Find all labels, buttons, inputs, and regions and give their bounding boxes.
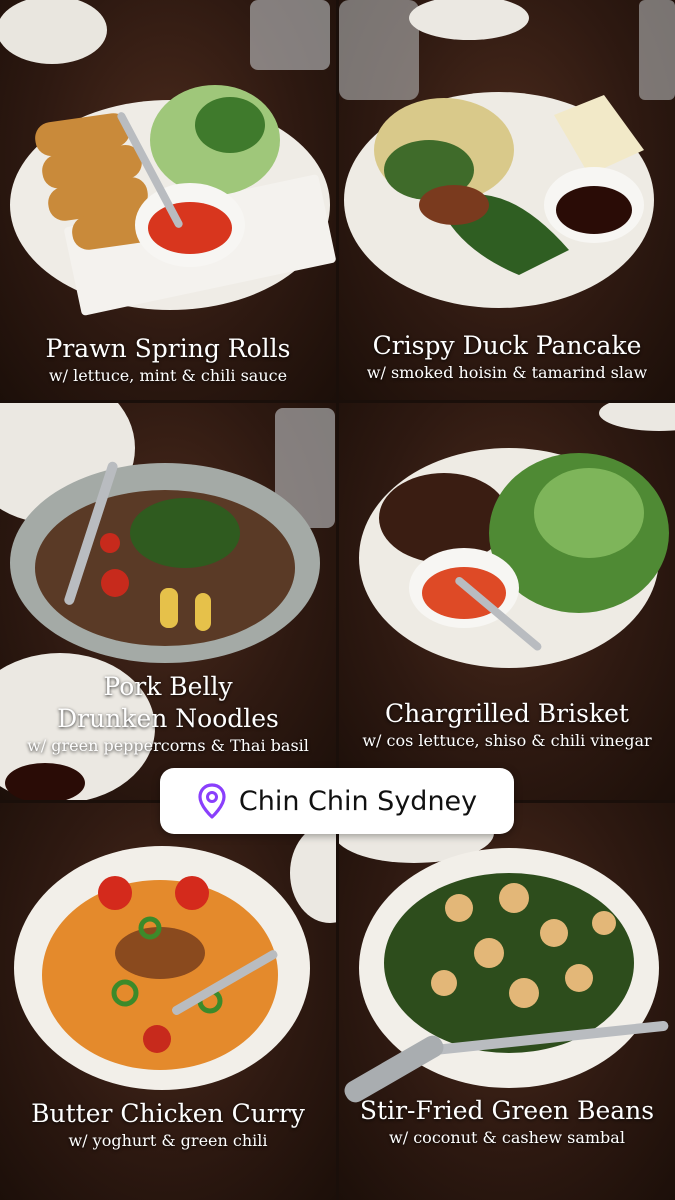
dish-subtitle: w/ lettuce, mint & chili sauce	[48, 366, 288, 385]
dish-caption: Stir-Fried Green Beans w/ coconut & cash…	[339, 1095, 675, 1149]
dish-title: Stir-Fried Green Beans	[359, 1096, 655, 1125]
dish-title: Pork Belly Drunken Noodles	[57, 672, 279, 733]
dish-subtitle: w/ green peppercorns & Thai basil	[27, 736, 309, 755]
dish-caption: Pork Belly Drunken Noodles w/ green pepp…	[0, 671, 336, 757]
dish-caption: Crispy Duck Pancake w/ smoked hoisin & t…	[339, 330, 675, 384]
dish-tile-prawn-spring-rolls: Prawn Spring Rolls w/ lettuce, mint & ch…	[0, 0, 336, 400]
dish-subtitle: w/ yoghurt & green chili	[68, 1131, 268, 1150]
dish-caption: Butter Chicken Curry w/ yoghurt & green …	[0, 1098, 336, 1152]
photo-collage: Prawn Spring Rolls w/ lettuce, mint & ch…	[0, 0, 675, 1200]
dish-caption: Chargrilled Brisket w/ cos lettuce, shis…	[339, 698, 675, 752]
location-sticker[interactable]: Chin Chin Sydney	[160, 768, 514, 834]
dish-tile-chargrilled-brisket: Chargrilled Brisket w/ cos lettuce, shis…	[339, 403, 675, 800]
dish-title: Prawn Spring Rolls	[45, 334, 291, 363]
dish-title: Butter Chicken Curry	[31, 1099, 305, 1128]
dish-subtitle: w/ coconut & cashew sambal	[389, 1128, 625, 1147]
dish-subtitle: w/ cos lettuce, shiso & chili vinegar	[362, 731, 652, 750]
dish-subtitle: w/ smoked hoisin & tamarind slaw	[366, 363, 648, 382]
dish-tile-crispy-duck-pancake: Crispy Duck Pancake w/ smoked hoisin & t…	[339, 0, 675, 400]
dish-caption: Prawn Spring Rolls w/ lettuce, mint & ch…	[0, 333, 336, 387]
location-name: Chin Chin Sydney	[238, 785, 478, 817]
dish-tile-pork-belly-drunken-noodles: Pork Belly Drunken Noodles w/ green pepp…	[0, 403, 336, 800]
location-pin-icon	[198, 783, 226, 819]
dish-title: Crispy Duck Pancake	[372, 331, 642, 360]
dish-tile-butter-chicken-curry: Butter Chicken Curry w/ yoghurt & green …	[0, 803, 336, 1200]
dish-tile-stir-fried-green-beans: Stir-Fried Green Beans w/ coconut & cash…	[339, 803, 675, 1200]
dish-title: Chargrilled Brisket	[385, 699, 629, 728]
